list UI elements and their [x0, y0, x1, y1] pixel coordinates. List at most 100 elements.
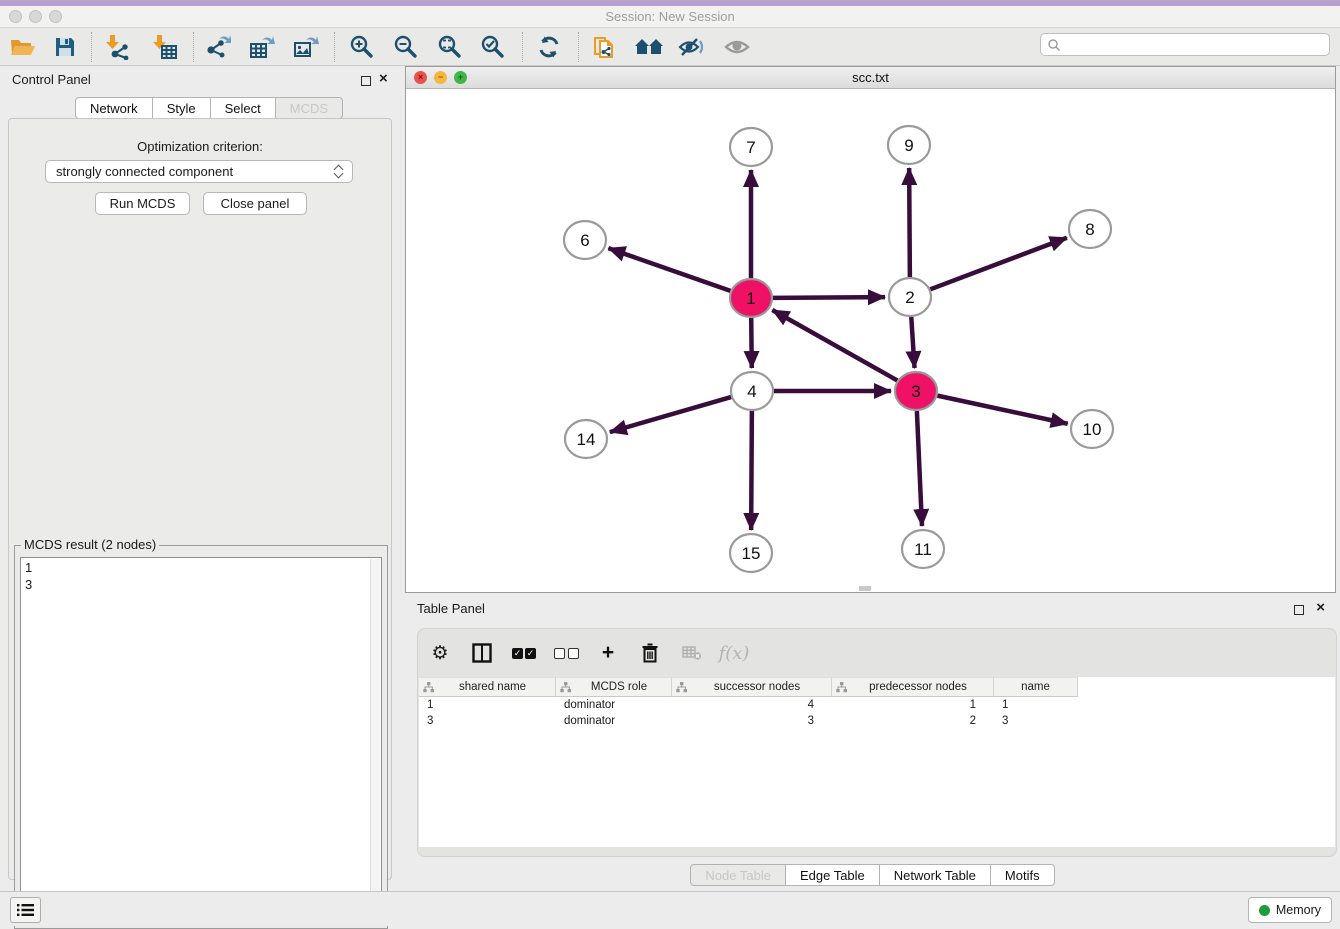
- window-title: Session: New Session: [0, 6, 1340, 28]
- network-window-titlebar[interactable]: × − + scc.txt: [406, 67, 1335, 89]
- mcds-result-text[interactable]: 1 3: [20, 557, 382, 922]
- graph-node-label: 2: [905, 288, 914, 307]
- tab-network[interactable]: Network: [75, 97, 153, 119]
- tab-motifs[interactable]: Motifs: [991, 864, 1055, 886]
- tab-edge-table[interactable]: Edge Table: [786, 864, 880, 886]
- cell-shared-name[interactable]: 3: [419, 715, 556, 727]
- maximize-frame-icon[interactable]: +: [454, 71, 467, 84]
- cell-name[interactable]: 1: [994, 699, 1078, 711]
- main-toolbar: [0, 28, 1340, 66]
- show-eye-icon-disabled[interactable]: [719, 30, 755, 64]
- cell-successor-nodes[interactable]: 3: [672, 715, 832, 727]
- list-icon: [17, 903, 34, 917]
- network-view-window: × − + scc.txt 7968124314101511: [405, 66, 1336, 593]
- minimize-frame-icon[interactable]: −: [434, 71, 447, 84]
- open-session-icon[interactable]: [5, 30, 41, 64]
- graph-edge-3-1[interactable]: [772, 310, 897, 380]
- zoom-fit-icon[interactable]: [432, 30, 468, 64]
- table-toolbar: ⚙ ✓✓ + f(x): [426, 633, 748, 673]
- zoom-selected-icon[interactable]: [475, 30, 511, 64]
- zoom-in-icon[interactable]: [344, 30, 380, 64]
- criterion-value: strongly connected component: [56, 164, 233, 179]
- save-session-icon[interactable]: [47, 30, 83, 64]
- tab-network-table[interactable]: Network Table: [880, 864, 991, 886]
- graph-edge-3-10[interactable]: [937, 396, 1067, 424]
- mcds-result-groupbox: MCDS result (2 nodes) 1 3: [14, 545, 388, 929]
- table-row[interactable]: 1 dominator 4 1 1: [419, 697, 1335, 713]
- graph-edge-2-9[interactable]: [909, 168, 910, 277]
- tab-style[interactable]: Style: [153, 97, 211, 119]
- task-history-button[interactable]: [10, 897, 41, 923]
- select-all-icon[interactable]: ✓✓: [510, 639, 538, 667]
- deselect-all-icon[interactable]: [552, 639, 580, 667]
- table-settings-gear-icon[interactable]: ⚙: [426, 639, 454, 667]
- scrollbar-thumb[interactable]: [859, 586, 871, 591]
- column-header-shared-name[interactable]: shared name: [419, 677, 556, 697]
- float-panel-icon[interactable]: [361, 73, 371, 91]
- column-header-name[interactable]: name: [994, 677, 1078, 697]
- close-window-button[interactable]: [9, 10, 22, 23]
- delete-table-icon-disabled: [678, 639, 706, 667]
- cell-predecessor-nodes[interactable]: 1: [832, 699, 994, 711]
- cell-shared-name[interactable]: 1: [419, 699, 556, 711]
- graph-node-label: 14: [577, 430, 596, 449]
- toolbar-separator: [578, 32, 579, 62]
- graph-node-label: 9: [904, 136, 913, 155]
- graph-edge-2-3[interactable]: [911, 317, 914, 368]
- column-header-mcds-role[interactable]: MCDS role: [556, 677, 672, 697]
- graph-edge-4-15[interactable]: [751, 411, 752, 530]
- export-network-icon[interactable]: [200, 30, 236, 64]
- graph-edge-2-8[interactable]: [930, 238, 1067, 290]
- cell-predecessor-nodes[interactable]: 2: [832, 715, 994, 727]
- node-table: shared name MCDS role successor nodes pr…: [419, 677, 1335, 847]
- graph-edge-3-11[interactable]: [917, 411, 922, 526]
- graph-edge-4-14[interactable]: [610, 397, 731, 432]
- column-header-successor-nodes[interactable]: successor nodes: [672, 677, 832, 697]
- graph-node-label: 4: [747, 382, 756, 401]
- close-table-panel-icon[interactable]: ×: [1316, 603, 1325, 613]
- minimize-window-button[interactable]: [29, 10, 42, 23]
- mcds-result-title: MCDS result (2 nodes): [21, 537, 159, 552]
- float-table-panel-icon[interactable]: [1294, 602, 1304, 620]
- graph-edge-1-4[interactable]: [751, 318, 752, 368]
- cell-name[interactable]: 3: [994, 715, 1078, 727]
- scrollbar-track[interactable]: [370, 559, 380, 920]
- optimization-criterion-label: Optimization criterion:: [9, 139, 391, 154]
- duplicate-network-icon[interactable]: [587, 30, 623, 64]
- graph-edge-1-2[interactable]: [773, 297, 885, 298]
- graph-node-label: 3: [911, 382, 920, 401]
- network-graph-canvas[interactable]: 7968124314101511: [406, 89, 1335, 592]
- cell-successor-nodes[interactable]: 4: [672, 699, 832, 711]
- hide-annotations-eye-icon[interactable]: [674, 30, 710, 64]
- cell-mcds-role[interactable]: dominator: [556, 699, 672, 711]
- table-panel: Table Panel × ⚙ ✓✓ + f(x) shared name: [405, 597, 1340, 891]
- close-panel-icon[interactable]: ×: [379, 74, 388, 84]
- tab-select[interactable]: Select: [211, 97, 276, 119]
- zoom-window-button[interactable]: [49, 10, 62, 23]
- tab-node-table[interactable]: Node Table: [690, 864, 786, 886]
- home-networks-icon[interactable]: [631, 30, 667, 64]
- memory-button[interactable]: Memory: [1248, 897, 1332, 923]
- run-mcds-button[interactable]: Run MCDS: [95, 192, 190, 215]
- criterion-select[interactable]: strongly connected component: [45, 160, 353, 183]
- column-hierarchy-icon: [560, 682, 571, 693]
- status-bar: Memory: [0, 891, 1340, 926]
- search-input[interactable]: [1061, 38, 1323, 52]
- show-columns-icon[interactable]: [468, 639, 496, 667]
- export-table-icon[interactable]: [244, 30, 280, 64]
- cell-mcds-role[interactable]: dominator: [556, 715, 672, 727]
- close-panel-button[interactable]: Close panel: [203, 192, 307, 215]
- close-frame-icon[interactable]: ×: [414, 71, 427, 84]
- column-header-predecessor-nodes[interactable]: predecessor nodes: [832, 677, 994, 697]
- table-row[interactable]: 3 dominator 3 2 3: [419, 713, 1335, 729]
- refresh-icon[interactable]: [531, 30, 567, 64]
- graph-edge-1-6[interactable]: [608, 248, 730, 291]
- import-network-icon[interactable]: [100, 30, 136, 64]
- import-table-icon[interactable]: [147, 30, 183, 64]
- delete-column-trash-icon[interactable]: [636, 639, 664, 667]
- add-column-icon[interactable]: +: [594, 639, 622, 667]
- zoom-out-icon[interactable]: [388, 30, 424, 64]
- table-panel-tabs: Node Table Edge Table Network Table Moti…: [405, 864, 1340, 886]
- tab-mcds[interactable]: MCDS: [276, 97, 343, 119]
- export-image-icon[interactable]: [288, 30, 324, 64]
